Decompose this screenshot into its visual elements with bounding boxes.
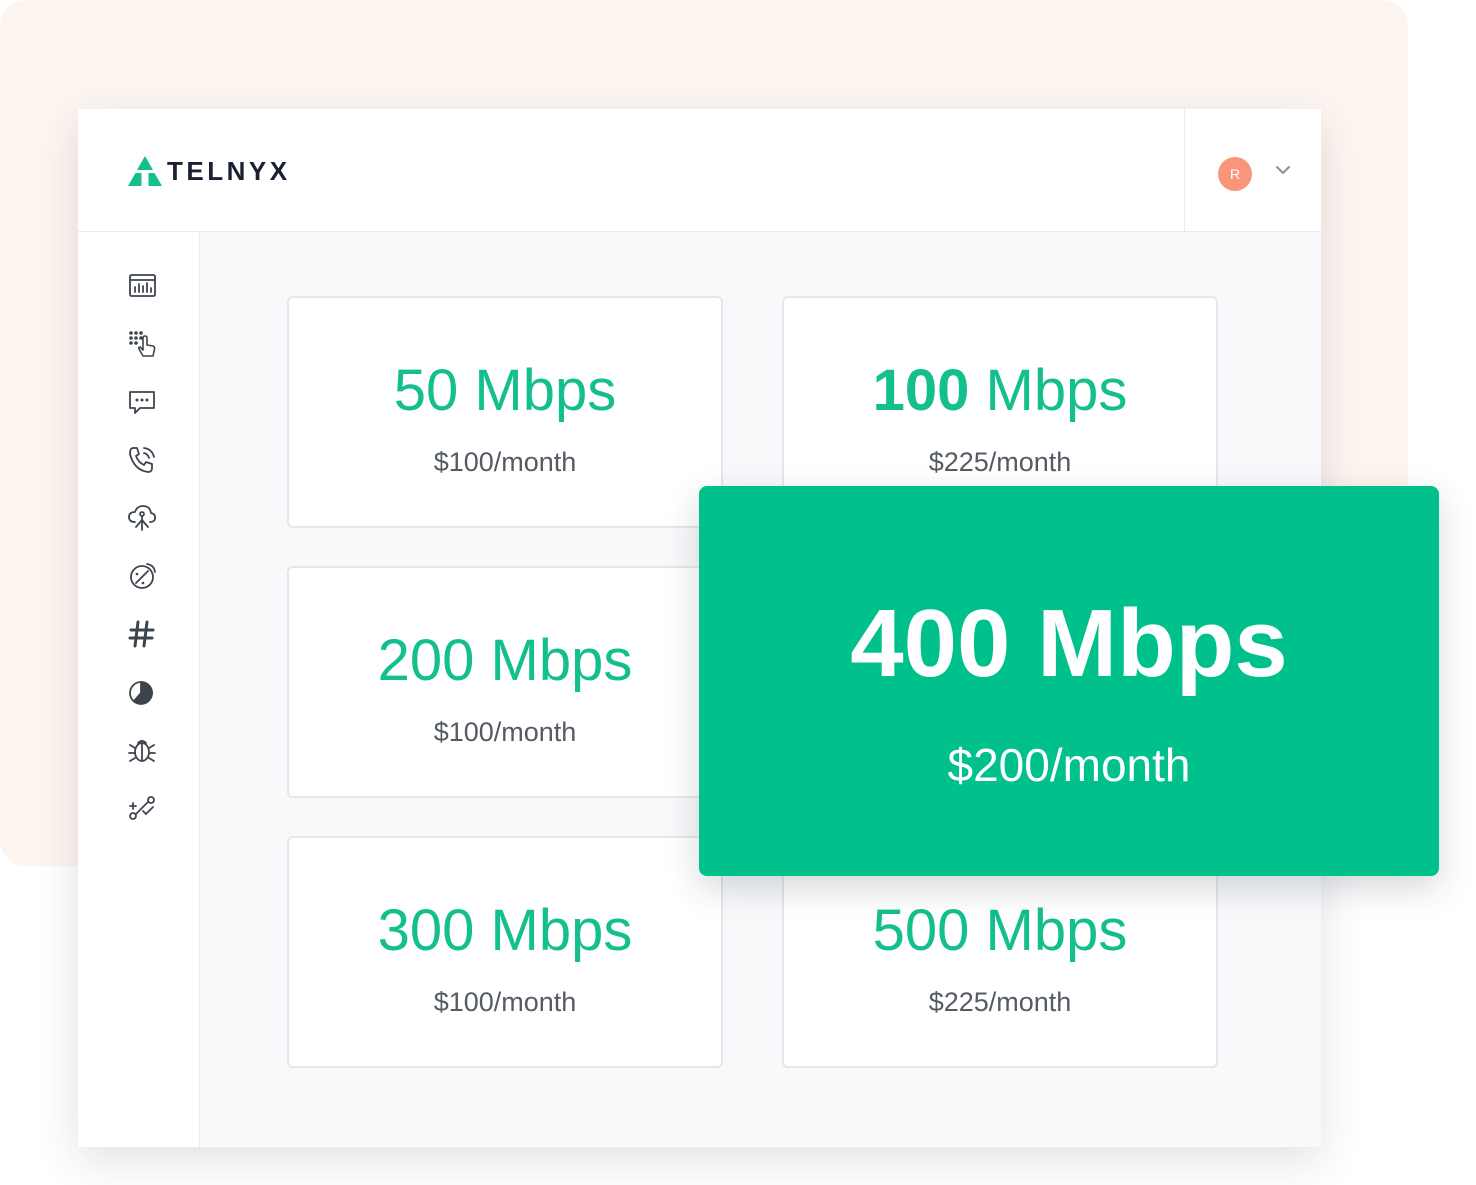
plan-price: $100/month [433, 717, 577, 747]
telnyx-logo-icon [128, 156, 162, 186]
plan-speed: 200 Mbps [377, 628, 633, 693]
integrations-link-icon[interactable] [126, 792, 158, 824]
hashtag-icon[interactable] [126, 618, 158, 650]
plan-price: $225/month [928, 447, 1072, 477]
brand-name: TELNYX [167, 155, 291, 186]
phone-call-icon[interactable] [126, 444, 158, 476]
keypad-touch-icon[interactable] [126, 328, 158, 360]
plan-card-300[interactable]: 300 Mbps $100/month [287, 836, 723, 1068]
plan-speed: 50 Mbps [393, 358, 617, 423]
plan-speed: 500 Mbps [872, 898, 1128, 963]
pie-chart-icon[interactable] [126, 676, 158, 708]
top-bar: TELNYX R [78, 109, 1321, 232]
avatar[interactable]: R [1218, 157, 1252, 191]
plan-price: $100/month [433, 987, 577, 1017]
featured-plan-price: $200/month [947, 739, 1191, 791]
message-bubble-icon[interactable] [126, 386, 158, 418]
user-menu[interactable]: R [1184, 109, 1321, 231]
featured-plan-speed: 400 Mbps [850, 590, 1288, 697]
dashboard-chart-icon[interactable] [126, 270, 158, 302]
plan-card-50[interactable]: 50 Mbps $100/month [287, 296, 723, 528]
sidebar [78, 232, 200, 1147]
plan-speed: 300 Mbps [377, 898, 633, 963]
plan-price: $225/month [928, 987, 1072, 1017]
telnyx-logo[interactable]: TELNYX [127, 155, 291, 187]
plan-card-200[interactable]: 200 Mbps $100/month [287, 566, 723, 798]
satellite-icon[interactable] [126, 560, 158, 592]
cloud-network-icon[interactable] [126, 502, 158, 534]
plan-speed: 100 Mbps [872, 358, 1128, 423]
bug-debug-icon[interactable] [126, 734, 158, 766]
chevron-down-icon[interactable] [1275, 165, 1291, 175]
featured-plan-card[interactable]: 400 Mbps $200/month [699, 486, 1439, 876]
plan-price: $100/month [433, 447, 577, 477]
